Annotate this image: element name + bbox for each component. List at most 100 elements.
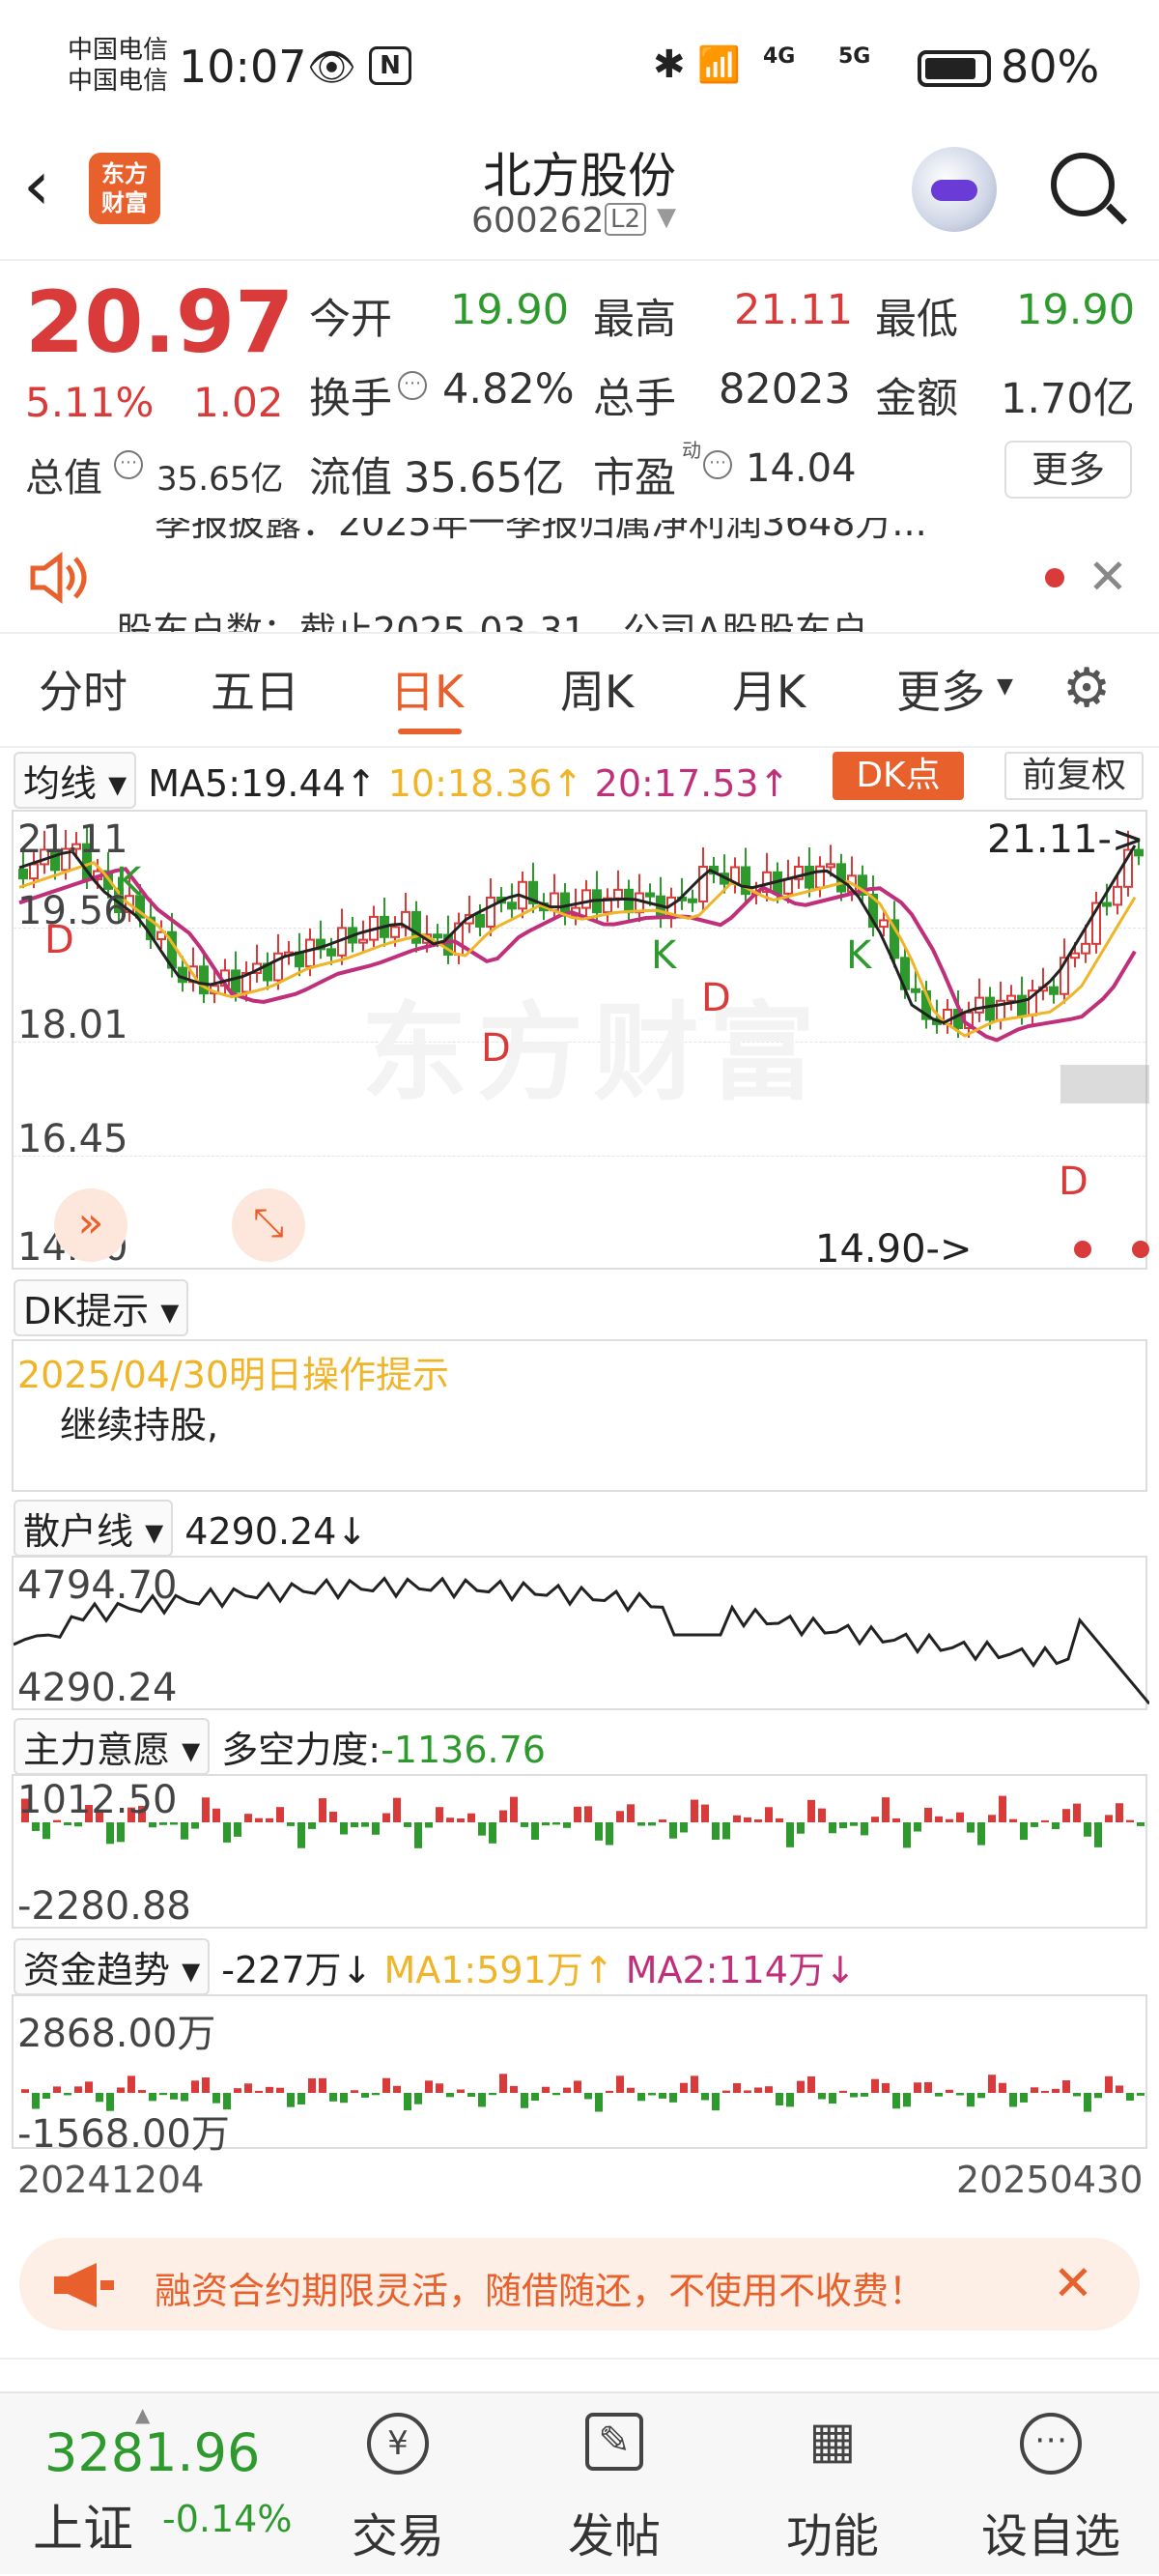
chevron-down-icon[interactable]: ▼ <box>657 203 676 232</box>
market-cap-label: 总值 <box>25 456 102 501</box>
bar-mark <box>266 1818 273 1822</box>
nav-add-watchlist[interactable]: ⋯ 设自选 <box>954 2393 1147 2576</box>
main-force-chart[interactable]: 1012.50 -2280.88 <box>12 1774 1147 1929</box>
bar-mark <box>244 2083 252 2093</box>
more-quote-button[interactable]: 更多 <box>1004 441 1132 499</box>
bar-mark <box>946 1818 953 1822</box>
bar-mark <box>722 1822 730 1840</box>
bar-mark <box>892 1818 900 1822</box>
close-icon[interactable]: ✕ <box>1088 549 1128 605</box>
fund-trend-dropdown[interactable]: 资金趋势 ▾ <box>14 1938 211 1995</box>
bar-mark <box>627 1804 635 1822</box>
bar-mark <box>818 1808 826 1822</box>
candle-body <box>1113 885 1122 906</box>
bar-mark <box>521 1822 528 1827</box>
candle-body <box>581 889 591 909</box>
promo-banner[interactable]: 融资合约期限灵活，随借随还，不使用不收费！ ✕ <box>19 2238 1140 2331</box>
bar-mark <box>32 1822 40 1831</box>
bar-mark <box>138 2090 146 2093</box>
nav-functions[interactable]: ▦ 功能 <box>736 2393 929 2576</box>
bar-mark <box>297 1822 305 1848</box>
fund-ma1-value: MA1:591万↑ <box>383 1949 614 1991</box>
bar-mark <box>319 1798 326 1822</box>
bar-mark <box>924 2081 932 2093</box>
candle-body <box>688 898 697 903</box>
dk-point-button[interactable]: DK点 <box>833 752 964 800</box>
bar-mark <box>563 2087 571 2093</box>
tab-daily-k[interactable]: 日K <box>390 657 464 721</box>
bar-mark <box>149 1822 156 1828</box>
bar-mark <box>85 2081 93 2093</box>
speaker-icon[interactable] <box>27 551 89 605</box>
ma-dropdown[interactable]: 均线 ▾ <box>14 752 137 809</box>
candle-body <box>815 865 825 889</box>
nav-trade[interactable]: ¥ 交易 <box>301 2393 495 2576</box>
dk-signal-d: D <box>481 1026 511 1071</box>
chevron-down-icon[interactable]: ▼ <box>997 674 1013 699</box>
bar-mark <box>1073 1803 1081 1822</box>
bar-mark <box>1094 2093 1102 2099</box>
bar-mark <box>988 1815 996 1822</box>
adjust-mode-button[interactable]: 前复权 <box>1004 752 1144 800</box>
info-icon[interactable]: ⋯ <box>398 371 427 400</box>
candle-body <box>29 863 39 880</box>
news-ticker[interactable]: 季报披露：2025年一季报归属净利润3648万... 股东户数：截止2025-0… <box>0 518 1159 634</box>
bar-mark <box>606 1822 613 1846</box>
bar-mark <box>478 1822 486 1836</box>
candle-body <box>826 863 835 869</box>
stock-code: 600262 <box>471 201 605 241</box>
gear-icon[interactable]: ⚙ <box>1062 657 1111 720</box>
tab-five-day[interactable]: 五日 <box>211 657 299 721</box>
bar-mark <box>42 1822 50 1840</box>
open-label: 今开 <box>309 296 392 344</box>
candle-body <box>805 865 814 889</box>
bar-mark <box>542 1822 550 1826</box>
turnover-value: 4.82% <box>442 365 575 414</box>
expand-sidebar-icon[interactable]: » <box>54 1188 127 1262</box>
level2-badge[interactable]: L2 <box>605 203 647 236</box>
info-icon[interactable]: ⋯ <box>703 450 732 479</box>
dk-tip-date: 2025/04/30明日操作提示 <box>17 1354 450 1396</box>
nav-post[interactable]: ✎ 发帖 <box>518 2393 711 2576</box>
fund-top-label: 2868.00万 <box>17 2012 216 2056</box>
search-icon[interactable] <box>1051 153 1127 225</box>
tab-weekly-k[interactable]: 周K <box>560 657 634 721</box>
high-price-note: 21.11-> <box>987 817 1145 862</box>
fullscreen-icon[interactable]: ⤡ <box>232 1188 305 1262</box>
bar-mark <box>351 2090 358 2093</box>
main-force-dropdown[interactable]: 主力意愿 ▾ <box>14 1718 211 1775</box>
kline-chart[interactable]: 东方财富 21.11 19.56 18.01 16.45 14.90 21.11… <box>12 810 1149 1272</box>
index-quote-widget[interactable]: ▲ 3281.96 上证 -0.14% <box>0 2393 309 2576</box>
close-icon[interactable]: ✕ <box>1053 2255 1093 2311</box>
bar-mark <box>701 2093 709 2101</box>
bar-mark <box>616 2075 624 2093</box>
candle-body <box>911 987 920 993</box>
tab-more[interactable]: 更多 <box>896 657 985 721</box>
retail-line-chart[interactable]: 4794.70 4290.24 <box>12 1556 1149 1710</box>
tab-timeshare[interactable]: 分时 <box>39 657 127 721</box>
dk-tip-dropdown[interactable]: DK提示 ▾ <box>14 1279 189 1336</box>
bar-mark <box>382 1813 390 1822</box>
candle-body <box>985 996 995 1021</box>
content-tabs: 股吧 自选 资讯 公告 研报 财务 资料 <box>0 2358 1159 2396</box>
bar-mark <box>850 2093 858 2098</box>
bar-mark <box>276 1807 284 1822</box>
bottom-nav: ▲ 3281.96 上证 -0.14% ¥ 交易 ✎ 发帖 ▦ 功能 ⋯ 设自选 <box>0 2391 1159 2574</box>
fund-trend-chart[interactable]: 2868.00万 -1568.00万 <box>12 1994 1147 2157</box>
bar-mark <box>181 1822 188 1840</box>
bar-mark <box>1094 1822 1102 1847</box>
bar-mark <box>149 2093 156 2102</box>
candle-body <box>433 933 442 939</box>
bar-mark <box>563 1822 571 1828</box>
bar-mark <box>489 1822 496 1844</box>
retail-line-dropdown[interactable]: 散户线 ▾ <box>14 1500 174 1557</box>
bar-mark <box>903 1822 911 1848</box>
tab-monthly-k[interactable]: 月K <box>732 657 806 721</box>
robot-assistant-avatar[interactable] <box>912 147 997 232</box>
info-icon[interactable]: ⋯ <box>114 450 143 479</box>
fund-bottom-label: -1568.00万 <box>17 2112 230 2157</box>
bar-mark <box>202 2077 210 2093</box>
bar-mark <box>1084 2093 1091 2112</box>
bar-mark <box>659 2093 666 2099</box>
candle-body <box>475 913 485 928</box>
